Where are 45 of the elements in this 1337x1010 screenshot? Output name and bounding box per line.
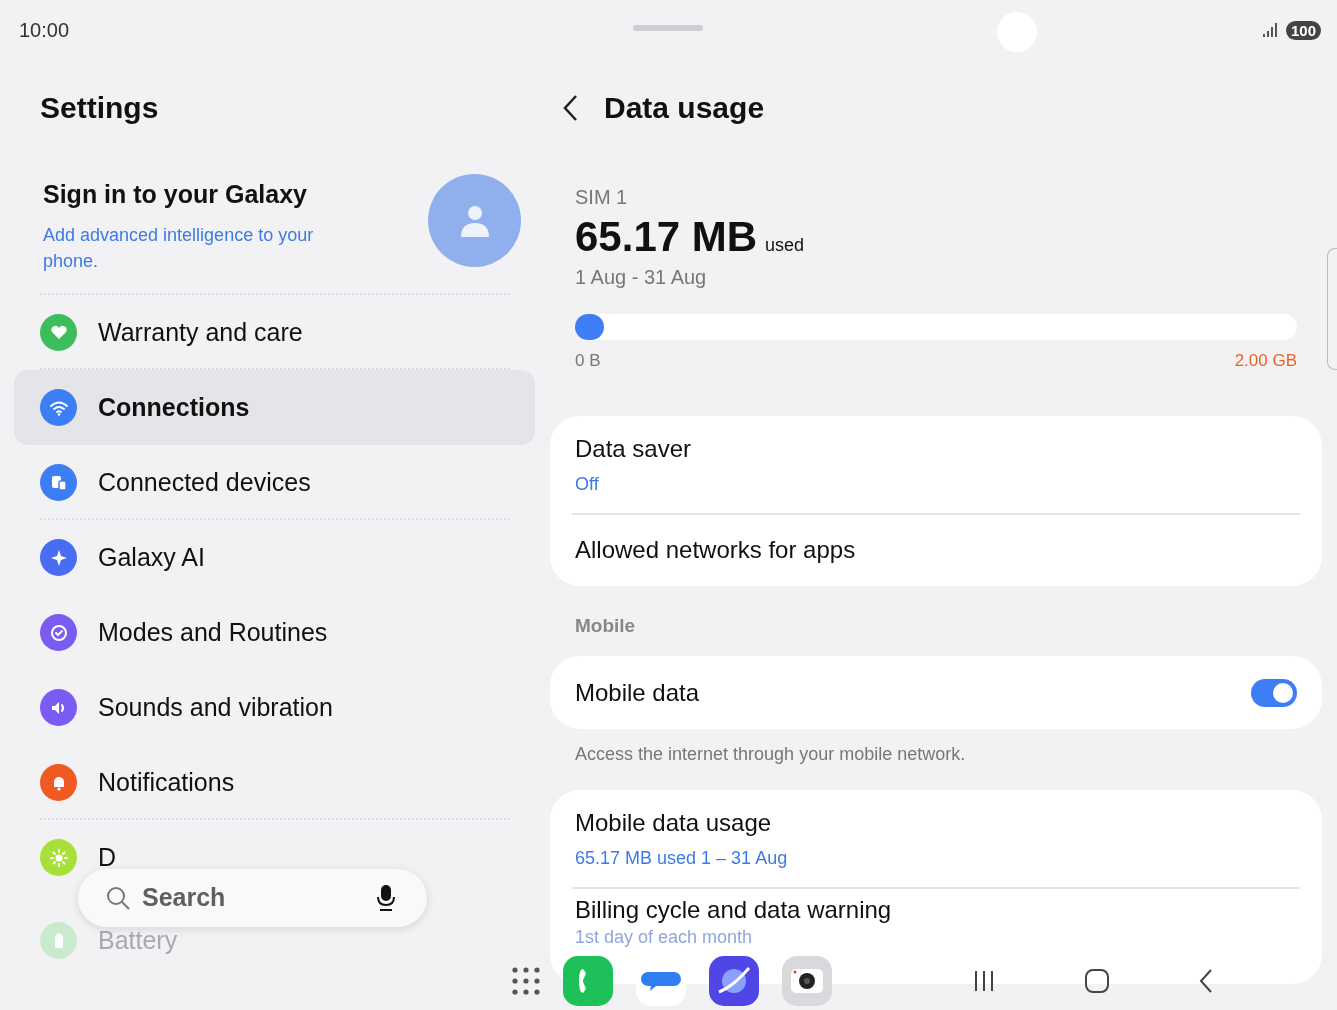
- sim-label: SIM 1: [575, 185, 629, 210]
- max-label: 2.00 GB: [1234, 350, 1297, 373]
- settings-item[interactable]: Modes and Routines: [98, 619, 328, 646]
- battery-level: 100: [1285, 20, 1321, 40]
- setting-value: Off: [575, 472, 600, 496]
- settings-item[interactable]: Galaxy AI: [98, 544, 205, 571]
- account-subtitle[interactable]: Add advanced intelligence to your phone.: [43, 221, 343, 274]
- settings-item[interactable]: Connected devices: [98, 469, 311, 496]
- settings-item[interactable]: Connections: [98, 394, 250, 421]
- page-title: Settings: [39, 90, 160, 126]
- setting-title[interactable]: Mobile data: [575, 674, 700, 711]
- data-amount: 65.17 MB: [575, 212, 758, 262]
- section-caption: Access the internet through your mobile network.: [574, 743, 967, 767]
- home-icon[interactable]: [1084, 968, 1110, 994]
- setting-value: 1st day of each month: [575, 928, 754, 949]
- browser-app-icon[interactable]: [709, 956, 759, 1006]
- signal-icon: [1261, 22, 1278, 38]
- account-title[interactable]: Sign in to your Galaxy: [43, 176, 343, 214]
- page-title: Data usage: [604, 90, 765, 126]
- section-header: Mobile: [574, 613, 637, 638]
- search-field[interactable]: Search: [140, 878, 340, 918]
- microphone-icon[interactable]: [375, 884, 397, 912]
- toggle-switch[interactable]: [1251, 678, 1297, 707]
- setting-title[interactable]: Allowed networks for apps: [575, 532, 856, 569]
- drag-handle: [633, 25, 703, 31]
- unit-label: used: [765, 234, 805, 257]
- battery-icon: [53, 932, 64, 949]
- back-icon[interactable]: [1198, 968, 1214, 994]
- settings-item[interactable]: Sounds and vibration: [98, 694, 333, 721]
- settings-item[interactable]: Notifications: [98, 769, 235, 796]
- min-label: 0 B: [575, 350, 601, 373]
- setting-value: 65.17 MB used 1 – 31 Aug: [575, 847, 788, 871]
- settings-item[interactable]: Warranty and care: [98, 319, 303, 346]
- setting-title[interactable]: Data saver: [575, 430, 692, 467]
- app-grid-icon[interactable]: [512, 967, 540, 995]
- billing-period: 1 Aug - 31 Aug: [575, 265, 708, 291]
- clock-time: 10:00: [19, 18, 70, 43]
- setting-title[interactable]: Mobile data usage: [575, 805, 788, 842]
- setting-title[interactable]: Billing cycle and data warning: [575, 892, 892, 929]
- search-icon: [104, 884, 132, 912]
- settings-item[interactable]: D: [98, 844, 117, 871]
- scrollbar[interactable]: [1327, 248, 1337, 370]
- camera-app-icon[interactable]: [782, 956, 832, 1006]
- recents-icon[interactable]: [972, 969, 996, 993]
- search-bar[interactable]: Search: [78, 869, 427, 927]
